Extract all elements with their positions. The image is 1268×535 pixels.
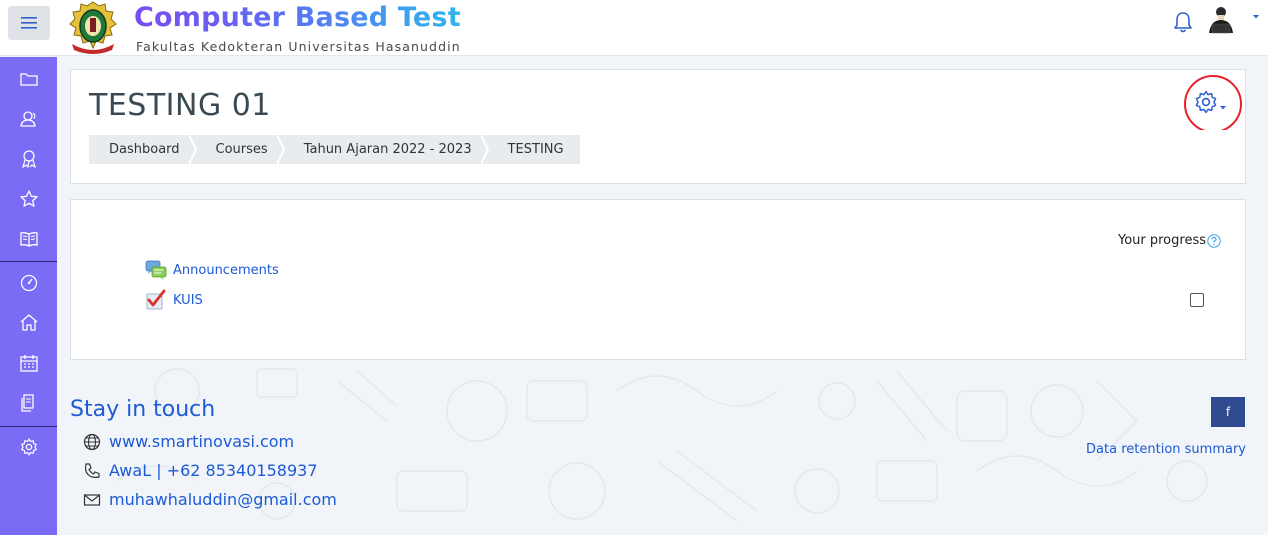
website-link[interactable]: www.smartinovasi.com <box>109 432 294 451</box>
breadcrumb-separator <box>480 135 489 164</box>
menu-toggle-button[interactable] <box>8 6 50 40</box>
stay-in-touch-heading: Stay in touch <box>70 397 216 422</box>
sidebar-item-users[interactable] <box>0 99 57 139</box>
sidebar-item-home[interactable] <box>0 303 57 343</box>
envelope-icon <box>83 493 101 506</box>
progress-label: Your progress <box>1118 233 1221 248</box>
calendar-icon <box>19 355 38 372</box>
app-subtitle: Fakultas Kedokteran Universitas Hasanudd… <box>136 39 461 54</box>
footer: Stay in touch www.smartinovasi.com AwaL … <box>57 361 1268 535</box>
contact-email: muhawhaluddin@gmail.com <box>83 490 337 509</box>
app-title: Computer Based Test <box>134 2 461 33</box>
data-retention-link[interactable]: Data retention summary <box>1086 442 1246 457</box>
activity-announcements: Announcements <box>145 259 279 281</box>
page-header: TESTING 01 Dashboard Courses Tahun Ajara… <box>70 69 1246 184</box>
user-avatar[interactable] <box>1206 4 1236 34</box>
facebook-icon: f <box>1225 405 1231 419</box>
breadcrumb-item-testing[interactable]: TESTING <box>488 135 580 164</box>
sidebar-item-badges[interactable] <box>0 139 57 179</box>
caret-down-icon <box>1220 106 1226 110</box>
university-logo <box>69 1 117 54</box>
breadcrumb-separator <box>188 135 197 164</box>
sidebar-item-calendar[interactable] <box>0 343 57 383</box>
forum-icon <box>145 260 167 280</box>
hamburger-menu-icon <box>21 17 37 29</box>
email-link[interactable]: muhawhaluddin@gmail.com <box>109 490 337 509</box>
dashboard-gauge-icon <box>20 274 37 292</box>
completion-checkbox[interactable] <box>1190 293 1204 307</box>
files-icon <box>20 394 34 412</box>
breadcrumb-item-courses[interactable]: Courses <box>196 135 285 164</box>
gear-icon <box>1195 90 1217 114</box>
course-content: Your progress Announcements KUIS <box>70 199 1246 360</box>
quiz-checkmark-icon <box>146 289 166 310</box>
question-circle-icon[interactable] <box>1207 233 1221 248</box>
sidebar <box>0 57 57 535</box>
badge-icon <box>21 150 36 169</box>
breadcrumb-separator <box>276 135 285 164</box>
course-settings-menu-button[interactable] <box>1183 74 1243 130</box>
sidebar-item-files[interactable] <box>0 383 57 423</box>
star-icon <box>19 190 38 207</box>
breadcrumb-item-academic-year[interactable]: Tahun Ajaran 2022 - 2023 <box>284 135 489 164</box>
book-icon <box>19 232 38 247</box>
phone-link[interactable]: AwaL | +62 85340158937 <box>109 461 318 480</box>
folder-icon <box>19 73 38 86</box>
contact-website: www.smartinovasi.com <box>83 432 294 451</box>
top-navbar: Computer Based Test Fakultas Kedokteran … <box>0 0 1268 56</box>
sidebar-item-site-admin[interactable] <box>0 427 57 467</box>
caret-down-icon[interactable] <box>1252 14 1260 20</box>
sidebar-item-dashboard[interactable] <box>0 263 57 303</box>
page-title: TESTING 01 <box>89 88 271 123</box>
activity-kuis: KUIS <box>145 289 203 311</box>
facebook-button[interactable]: f <box>1211 397 1245 427</box>
home-icon <box>20 314 37 331</box>
bell-icon[interactable] <box>1172 10 1194 34</box>
sidebar-item-favourites[interactable] <box>0 179 57 219</box>
sidebar-item-folder[interactable] <box>0 59 57 99</box>
breadcrumb: Dashboard Courses Tahun Ajaran 2022 - 20… <box>89 135 580 164</box>
announcements-link[interactable]: Announcements <box>173 263 279 278</box>
settings-gear-icon <box>20 438 37 456</box>
kuis-link[interactable]: KUIS <box>173 293 203 308</box>
breadcrumb-item-dashboard[interactable]: Dashboard <box>89 135 197 164</box>
globe-icon <box>83 433 101 450</box>
sidebar-item-courses[interactable] <box>0 219 57 259</box>
phone-icon <box>84 462 100 478</box>
contact-phone: AwaL | +62 85340158937 <box>83 461 318 480</box>
users-icon <box>19 111 36 127</box>
sidebar-divider <box>0 261 57 262</box>
